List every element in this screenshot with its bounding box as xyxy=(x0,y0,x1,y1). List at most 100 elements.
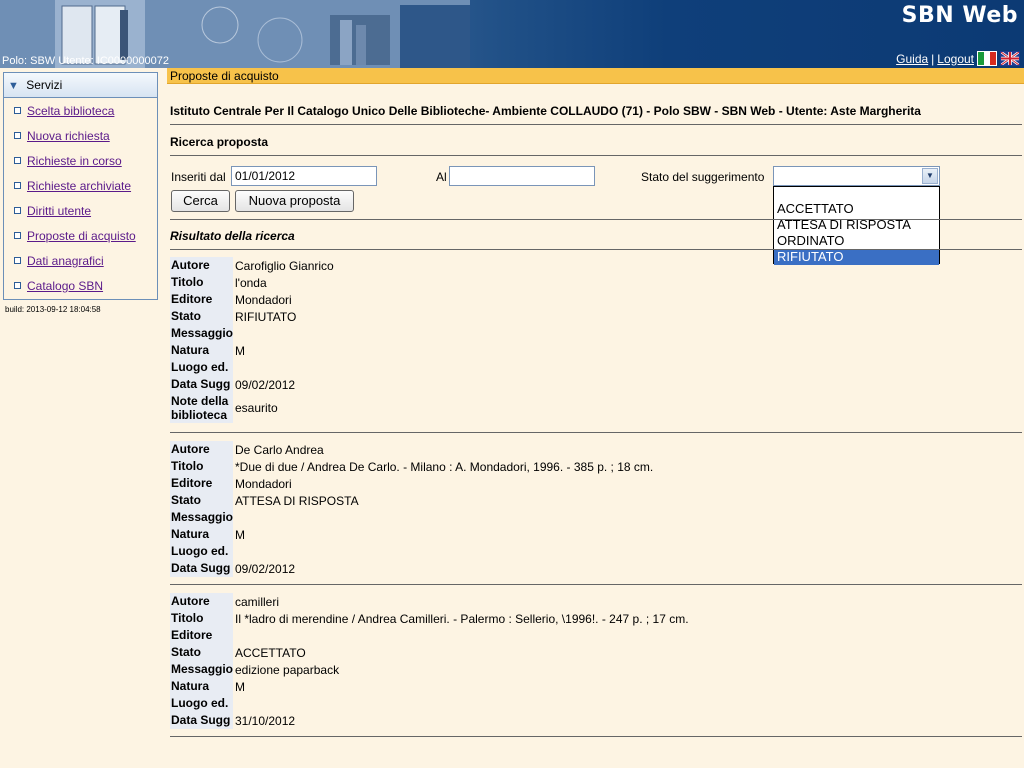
field-label: Titolo xyxy=(170,458,233,475)
field-value: Carofiglio Gianrico xyxy=(235,258,334,273)
field-label: Editore xyxy=(170,627,233,644)
field-label: Natura xyxy=(170,526,233,543)
field-label-line: biblioteca xyxy=(171,408,228,422)
field-label: Stato xyxy=(170,308,233,325)
field-label: Messaggio xyxy=(170,325,234,342)
sidebar-item-diritti-utente[interactable]: Diritti utente xyxy=(4,198,157,223)
square-bullet-icon xyxy=(14,107,21,114)
services-sidebar: ▼ Servizi Scelta biblioteca Nuova richie… xyxy=(3,72,158,300)
result-record: Autore De Carlo Andrea Titolo *Due di due … xyxy=(170,441,1022,577)
status-label: Stato del suggerimento xyxy=(641,170,765,184)
field-label: Titolo xyxy=(170,610,233,627)
field-value: Il *ladro di merendine / Andrea Camiller… xyxy=(235,611,689,626)
field-label-line: Note della xyxy=(171,394,229,408)
field-label: Titolo xyxy=(170,274,233,291)
sidebar-item-nuova-richiesta[interactable]: Nuova richiesta xyxy=(4,123,157,148)
field-value: M xyxy=(235,343,245,358)
build-info: build: 2013-09-12 18:04:58 xyxy=(5,305,101,314)
field-label: Natura xyxy=(170,678,233,695)
status-option-accettato[interactable]: ACCETTATO xyxy=(774,201,939,217)
field-value: Mondadori xyxy=(235,292,292,307)
field-value: *Due di due / Andrea De Carlo. - Milano … xyxy=(235,459,654,474)
sidebar-item-richieste-archiviate[interactable]: Richieste archiviate xyxy=(4,173,157,198)
divider xyxy=(170,584,1022,585)
field-value: Mondadori xyxy=(235,476,292,491)
link-separator: | xyxy=(931,51,935,66)
field-label: Editore xyxy=(170,475,233,492)
field-label: Luogo ed. xyxy=(170,543,233,560)
collapse-triangle-icon[interactable]: ▼ xyxy=(8,80,19,92)
field-label: Note della biblioteca xyxy=(170,393,233,423)
page-title-bar: Proposte di acquisto xyxy=(167,68,1024,84)
field-value: 31/10/2012 xyxy=(235,713,296,728)
sidebar-item-dati-anagrafici[interactable]: Dati anagrafici xyxy=(4,248,157,273)
sidebar-link[interactable]: Richieste archiviate xyxy=(27,179,131,193)
app-title: SBN Web xyxy=(901,3,1018,28)
to-date-input[interactable] xyxy=(449,166,595,186)
sidebar-header[interactable]: ▼ Servizi xyxy=(4,73,157,98)
field-value: esaurito xyxy=(235,401,278,415)
field-label: Natura xyxy=(170,342,233,359)
from-date-input[interactable] xyxy=(231,166,377,186)
to-date-label: Al xyxy=(436,170,447,184)
field-value: ACCETTATO xyxy=(235,645,306,660)
new-proposal-button[interactable]: Nuova proposta xyxy=(235,190,354,212)
sidebar-item-proposte-di-acquisto[interactable]: Proposte di acquisto xyxy=(4,223,157,248)
divider xyxy=(170,432,1022,433)
divider xyxy=(170,219,1022,220)
field-value: 09/02/2012 xyxy=(235,377,296,392)
square-bullet-icon xyxy=(14,282,21,289)
results-title: Risultato della ricerca xyxy=(170,229,295,243)
field-value: edizione paparback xyxy=(235,662,340,677)
italian-flag-icon[interactable] xyxy=(977,51,997,66)
search-section-title: Ricerca proposta xyxy=(170,135,269,149)
app-header: SBN Web Polo: SBW Utente: IC0000000072 G… xyxy=(0,0,1024,68)
field-label: Data Sugg xyxy=(170,560,233,577)
square-bullet-icon xyxy=(14,132,21,139)
sidebar-title: Servizi xyxy=(26,78,63,92)
square-bullet-icon xyxy=(14,257,21,264)
sidebar-item-scelta-biblioteca[interactable]: Scelta biblioteca xyxy=(4,98,157,123)
status-select[interactable]: ▼ xyxy=(773,166,940,186)
logout-link[interactable]: Logout xyxy=(937,52,974,66)
field-label: Editore xyxy=(170,291,233,308)
square-bullet-icon xyxy=(14,207,21,214)
square-bullet-icon xyxy=(14,232,21,239)
context-info: Istituto Centrale Per Il Catalogo Unico … xyxy=(170,104,921,118)
sidebar-link[interactable]: Nuova richiesta xyxy=(27,129,110,143)
field-label: Stato xyxy=(170,492,233,509)
divider xyxy=(170,124,1022,125)
field-label: Data Sugg xyxy=(170,712,233,729)
field-label: Messaggio xyxy=(170,509,234,526)
field-value: M xyxy=(235,679,245,694)
sidebar-link[interactable]: Dati anagrafici xyxy=(27,254,104,268)
field-label: Autore xyxy=(170,441,233,458)
field-value: RIFIUTATO xyxy=(235,309,297,324)
uk-flag-icon[interactable] xyxy=(1000,51,1020,66)
square-bullet-icon xyxy=(14,182,21,189)
divider xyxy=(170,155,1022,156)
status-option-ordinato[interactable]: ORDINATO xyxy=(774,233,939,249)
field-value: M xyxy=(235,527,245,542)
field-label: Luogo ed. xyxy=(170,359,233,376)
chevron-down-icon[interactable]: ▼ xyxy=(922,168,938,184)
field-label: Autore xyxy=(170,257,233,274)
sidebar-link[interactable]: Proposte di acquisto xyxy=(27,229,136,243)
divider xyxy=(170,249,1022,250)
field-value: 09/02/2012 xyxy=(235,561,296,576)
help-link[interactable]: Guida xyxy=(896,52,928,66)
result-record: Autore camilleri Titolo Il *ladro di meren… xyxy=(170,593,1022,729)
sidebar-link[interactable]: Diritti utente xyxy=(27,204,91,218)
sidebar-link[interactable]: Catalogo SBN xyxy=(27,279,103,293)
field-label: Luogo ed. xyxy=(170,695,233,712)
sidebar-item-catalogo-sbn[interactable]: Catalogo SBN xyxy=(4,273,157,298)
sidebar-link[interactable]: Richieste in corso xyxy=(27,154,122,168)
field-value: camilleri xyxy=(235,594,280,609)
from-date-label: Inseriti dal xyxy=(171,170,226,184)
field-label: Autore xyxy=(170,593,233,610)
sidebar-item-richieste-in-corso[interactable]: Richieste in corso xyxy=(4,148,157,173)
sidebar-link[interactable]: Scelta biblioteca xyxy=(27,104,114,118)
header-links: Guida | Logout xyxy=(896,51,1020,66)
result-record: Autore Carofiglio Gianrico Titolo l'onda E… xyxy=(170,257,1022,423)
search-button[interactable]: Cerca xyxy=(171,190,230,212)
